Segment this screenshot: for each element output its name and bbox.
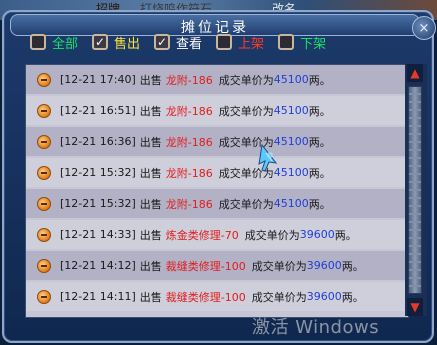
record-item: 裁缝类修理-100 [165, 259, 246, 273]
record-row: [12-21 16:51] 出售 龙附-186 成交单价为 45100 两。 [26, 96, 408, 125]
scrollbar-track[interactable] [408, 86, 422, 294]
record-row: [12-21 14:11] 出售 裁缝类修理-100 成交单价为 39600 两… [26, 282, 408, 311]
record-row: [12-21 15:32] 出售 龙附-186 成交单价为 45100 两。 [26, 189, 408, 218]
records-scrollbar[interactable]: ▲ ▼ [405, 64, 427, 316]
record-action: 出售 [139, 290, 162, 304]
filter-view-checkbox[interactable]: ✓ [154, 34, 171, 50]
record-price: 39600 [306, 259, 342, 272]
filter-delisted[interactable]: 下架 [278, 33, 326, 52]
record-action: 出售 [139, 259, 162, 273]
record-price: 45100 [273, 104, 309, 117]
record-action: 出售 [139, 228, 162, 242]
record-time: [12-21 16:36] [60, 135, 136, 148]
filter-view-label: 查看 [176, 36, 203, 52]
record-row: [12-21 17:40] 出售 龙附-186 成交单价为 45100 两。 [26, 65, 408, 94]
record-row: [12-21 14:33] 出售 炼金类修理-70 成交单价为 39600 两。 [26, 220, 408, 249]
record-unit: 两。 [308, 166, 331, 180]
orange-bullet-icon [37, 289, 51, 304]
close-button[interactable]: × [412, 16, 436, 40]
record-text: 成交单价为 [218, 73, 274, 87]
record-time: [12-21 15:32] [60, 166, 136, 179]
record-text: 成交单价为 [244, 228, 300, 242]
filter-sold[interactable]: ✓ 售出 [92, 33, 140, 52]
orange-bullet-icon [37, 227, 51, 242]
record-item: 炼金类修理-70 [165, 228, 239, 242]
orange-bullet-icon [37, 72, 51, 87]
filter-delisted-label: 下架 [300, 36, 327, 52]
record-text: 成交单价为 [251, 259, 307, 273]
record-unit: 两。 [341, 259, 364, 273]
record-time: [12-21 16:51] [60, 104, 136, 117]
record-text: 成交单价为 [251, 290, 307, 304]
filter-delisted-checkbox[interactable] [278, 34, 295, 50]
orange-bullet-icon [37, 196, 51, 211]
record-row: [12-21 14:12] 出售 裁缝类修理-100 成交单价为 39600 两… [26, 251, 408, 280]
record-row: [12-21 16:36] 出售 龙附-186 成交单价为 45100 两。 [26, 127, 408, 156]
filter-all[interactable]: 全部 [30, 33, 78, 52]
record-row: [12-21 15:32] 出售 龙附-186 成交单价为 45100 两。 [26, 158, 408, 187]
record-time: [12-21 15:32] [60, 197, 136, 210]
record-item: 龙附-186 [165, 197, 213, 211]
record-item: 龙附-186 [165, 104, 213, 118]
record-action: 出售 [139, 166, 162, 180]
orange-bullet-icon [37, 258, 51, 273]
record-item: 龙附-186 [165, 166, 213, 180]
filter-sold-checkbox[interactable]: ✓ [92, 34, 109, 50]
record-price: 39600 [306, 290, 342, 303]
record-item: 龙附-186 [165, 135, 213, 149]
record-unit: 两。 [334, 228, 357, 242]
record-action: 出售 [139, 104, 162, 118]
filter-listed[interactable]: 上架 [216, 33, 264, 52]
record-unit: 两。 [308, 104, 331, 118]
record-action: 出售 [139, 135, 162, 149]
filter-view[interactable]: ✓ 查看 [154, 33, 202, 52]
record-unit: 两。 [341, 290, 364, 304]
record-action: 出售 [139, 197, 162, 211]
record-time: [12-21 14:33] [60, 228, 136, 241]
record-unit: 两。 [308, 73, 331, 87]
record-time: [12-21 14:11] [60, 290, 136, 303]
record-action: 出售 [139, 73, 162, 87]
orange-bullet-icon [37, 165, 51, 180]
record-time: [12-21 17:40] [60, 73, 136, 86]
scroll-up-button[interactable]: ▲ [407, 64, 423, 82]
record-price: 39600 [299, 228, 335, 241]
triangle-up-icon: ▲ [410, 66, 420, 80]
windows-activation-watermark: 激活 Windows [252, 317, 380, 338]
filter-listed-label: 上架 [238, 36, 265, 52]
record-unit: 两。 [308, 197, 331, 211]
record-text: 成交单价为 [218, 197, 274, 211]
records-list: [12-21 17:40] 出售 龙附-186 成交单价为 45100 两。 [… [25, 64, 409, 318]
record-item: 龙附-186 [165, 73, 213, 87]
record-time: [12-21 14:12] [60, 259, 136, 272]
orange-bullet-icon [37, 134, 51, 149]
record-unit: 两。 [308, 135, 331, 149]
record-price: 45100 [273, 73, 309, 86]
record-text: 成交单价为 [218, 104, 274, 118]
game-cursor-icon [258, 143, 278, 172]
filter-all-label: 全部 [52, 36, 79, 52]
orange-bullet-icon [37, 103, 51, 118]
filter-all-checkbox[interactable] [30, 34, 46, 50]
filter-listed-checkbox[interactable] [216, 34, 233, 50]
filter-sold-label: 售出 [114, 36, 141, 52]
record-price: 45100 [273, 197, 309, 210]
filter-bar: 全部 ✓ 售出 ✓ 查看 上架 下架 [30, 32, 340, 52]
triangle-down-icon: ▼ [410, 300, 420, 314]
scroll-down-button[interactable]: ▼ [407, 298, 423, 316]
record-item: 裁缝类修理-100 [165, 290, 246, 304]
